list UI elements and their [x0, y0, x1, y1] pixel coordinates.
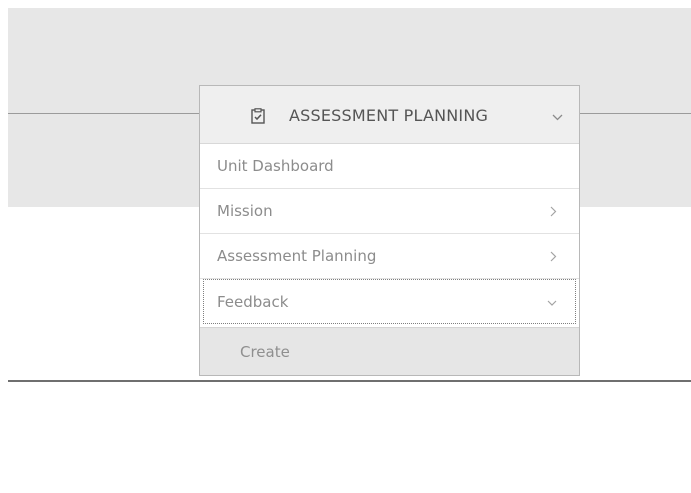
assessment-planning-dropdown[interactable]: ASSESSMENT PLANNING Unit Dashboard Missi… — [199, 85, 580, 376]
menu-item-label: Mission — [217, 202, 273, 220]
dropdown-title: ASSESSMENT PLANNING — [289, 106, 489, 125]
dropdown-header[interactable]: ASSESSMENT PLANNING — [200, 86, 579, 144]
submenu-item-create[interactable]: Create — [200, 327, 579, 375]
menu-item-unit-dashboard[interactable]: Unit Dashboard — [200, 144, 579, 189]
submenu-item-label: Create — [240, 343, 290, 361]
chevron-right-icon — [550, 206, 557, 217]
chevron-down-icon — [547, 300, 557, 306]
chevron-down-icon — [552, 114, 563, 121]
menu-item-label: Unit Dashboard — [217, 157, 334, 175]
chevron-right-icon — [550, 251, 557, 262]
header-rule-right — [579, 113, 691, 114]
header-rule-left — [8, 113, 200, 114]
menu-item-assessment-planning[interactable]: Assessment Planning — [200, 234, 579, 279]
menu-item-mission[interactable]: Mission — [200, 189, 579, 234]
menu-item-label: Feedback — [217, 293, 289, 311]
clipboard-check-icon — [251, 108, 265, 124]
bottom-rule — [8, 380, 691, 382]
menu-item-feedback[interactable]: Feedback — [203, 279, 576, 324]
menu-item-label: Assessment Planning — [217, 247, 377, 265]
